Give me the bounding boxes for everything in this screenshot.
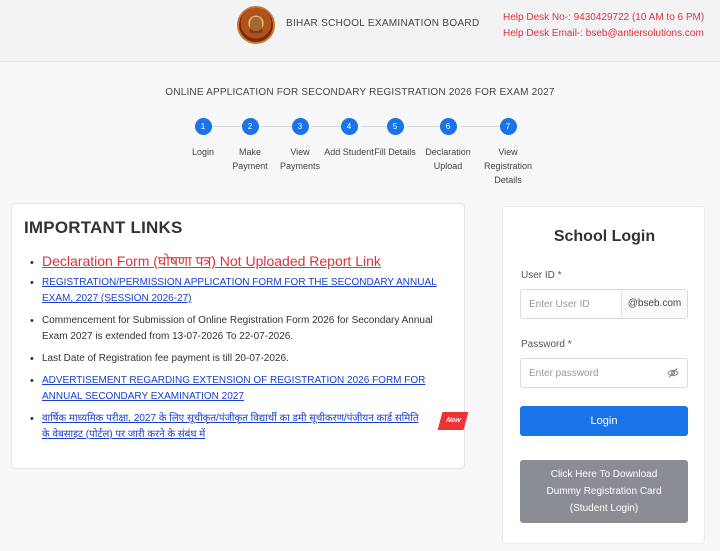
list-item: ADVERTISEMENT REGARDING EXTENSION OF REG… (30, 373, 456, 405)
step-number: 3 (291, 118, 309, 135)
list-item: वार्षिक माध्यमिक परीक्षा, 2027 के लिए सू… (30, 411, 469, 443)
list-item: Declaration Form (घोषणा पत्र) Not Upload… (30, 252, 456, 272)
registration-form-link[interactable]: REGISTRATION/PERMISSION APPLICATION FORM… (42, 277, 437, 304)
notice-text: Commencement for Submission of Online Re… (42, 315, 433, 342)
step-number: 6 (439, 118, 457, 135)
user-id-field: @bseb.com (520, 289, 688, 319)
step-fill-details: 5 Fill Details (365, 118, 425, 159)
step-number: 7 (499, 118, 517, 135)
step-number: 4 (340, 118, 358, 135)
required-mark: * (567, 339, 572, 350)
new-badge: New (437, 412, 469, 430)
step-view-registration-details: 7 View Registration Details (478, 118, 538, 187)
step-label: Fill Details (374, 147, 416, 157)
page-title: ONLINE APPLICATION FOR SECONDARY REGISTR… (165, 87, 555, 98)
step-number: 1 (194, 118, 212, 135)
important-links-heading: IMPORTANT LINKS (24, 218, 183, 237)
advertisement-link[interactable]: ADVERTISEMENT REGARDING EXTENSION OF REG… (42, 375, 425, 402)
important-links-panel: IMPORTANT LINKS Declaration Form (घोषणा … (11, 203, 469, 469)
user-id-label-text: User ID (521, 270, 555, 281)
login-heading: School Login (553, 228, 656, 245)
important-links-list: Declaration Form (घोषणा पत्र) Not Upload… (30, 252, 469, 449)
help-desk-number: Help Desk No-: 9430429722 (10 AM to 6 PM… (503, 12, 705, 23)
notice-text: Last Date of Registration fee payment is… (42, 353, 289, 364)
list-item: Last Date of Registration fee payment is… (30, 351, 456, 367)
list-item: REGISTRATION/PERMISSION APPLICATION FORM… (30, 275, 456, 307)
password-label-text: Password (521, 339, 565, 350)
help-desk-email: Help Desk Email-: bseb@antiersolutions.c… (503, 28, 704, 39)
bseb-emblem-icon (237, 6, 275, 44)
download-dummy-card-button[interactable]: Click Here To Download Dummy Registratio… (520, 460, 688, 523)
school-login-panel: School Login User ID * @bseb.com Passwor… (502, 206, 705, 544)
step-declaration-upload: 6 Declaration Upload (418, 118, 478, 173)
step-number: 5 (386, 118, 404, 135)
password-field (520, 358, 688, 388)
password-input[interactable] (521, 359, 661, 387)
password-label: Password * (521, 339, 572, 350)
email-domain-suffix: @bseb.com (621, 290, 687, 318)
list-item: Commencement for Submission of Online Re… (30, 313, 456, 345)
site-header: BIHAR SCHOOL EXAMINATION BOARD Help Desk… (0, 0, 720, 62)
user-id-input[interactable] (521, 290, 621, 318)
dummy-card-notice-link[interactable]: वार्षिक माध्यमिक परीक्षा, 2027 के लिए सू… (42, 413, 419, 440)
board-name: BIHAR SCHOOL EXAMINATION BOARD (286, 18, 480, 29)
declaration-report-link[interactable]: Declaration Form (घोषणा पत्र) Not Upload… (42, 253, 381, 269)
user-id-label: User ID * (521, 270, 562, 281)
help-desk-info: Help Desk No-: 9430429722 (10 AM to 6 PM… (503, 10, 704, 42)
login-button[interactable]: Login (520, 406, 688, 436)
step-label: Declaration Upload (425, 147, 471, 171)
eye-slash-icon[interactable] (667, 367, 679, 379)
step-number: 2 (241, 118, 259, 135)
progress-steps: 1 Login 2 Make Payment 3 View Payments 4… (0, 118, 720, 198)
step-label: View Registration Details (483, 147, 533, 185)
required-mark: * (557, 270, 562, 281)
